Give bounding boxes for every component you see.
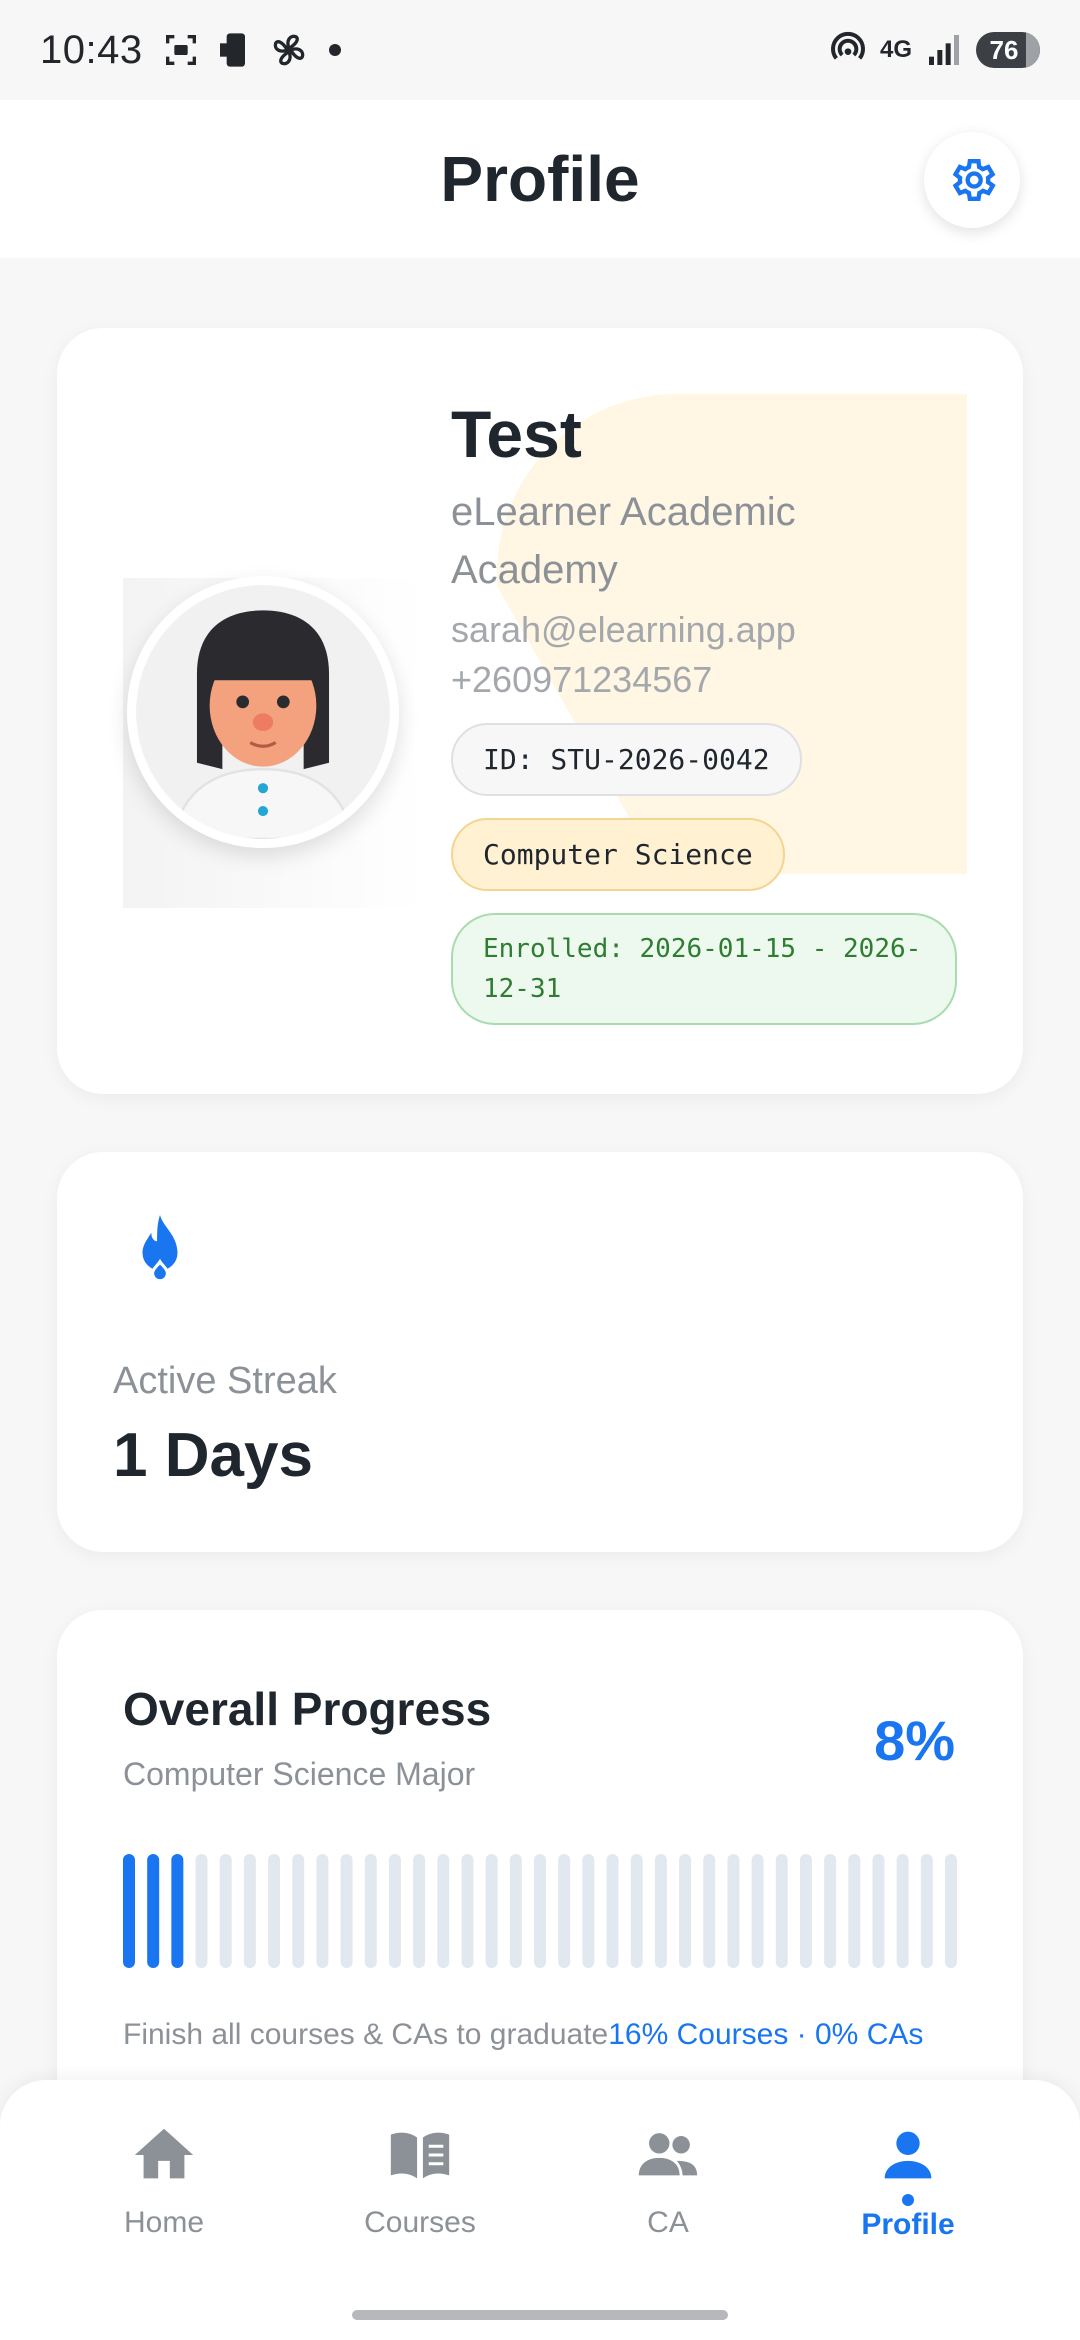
progress-segment-empty bbox=[316, 1854, 329, 1968]
progress-segment-empty bbox=[872, 1854, 885, 1968]
progress-segment-empty bbox=[268, 1854, 281, 1968]
progress-segment-empty bbox=[485, 1854, 498, 1968]
progress-segment-empty bbox=[509, 1854, 522, 1968]
progress-segment-empty bbox=[558, 1854, 571, 1968]
status-notification-icons bbox=[161, 30, 341, 70]
progress-segment-empty bbox=[219, 1854, 232, 1968]
profile-phone: +260971234567 bbox=[451, 658, 713, 700]
battery-icon: 76 bbox=[976, 32, 1040, 68]
status-time: 10:43 bbox=[40, 27, 143, 72]
nav-label-courses: Courses bbox=[364, 2206, 476, 2239]
avatar[interactable] bbox=[127, 576, 399, 848]
progress-segment-empty bbox=[582, 1854, 595, 1968]
profile-name: Test bbox=[451, 397, 582, 471]
notification-dot bbox=[328, 44, 341, 56]
progress-segment-empty bbox=[896, 1854, 909, 1968]
progress-segment-empty bbox=[775, 1854, 788, 1968]
profile-email: sarah@elearning.app bbox=[451, 608, 796, 650]
progress-segment-empty bbox=[654, 1854, 667, 1968]
progress-segment-empty bbox=[437, 1854, 450, 1968]
profile-school: eLearner Academic Academy bbox=[451, 489, 796, 592]
profile-info: Test eLearner Academic Academy sarah@ele… bbox=[451, 398, 971, 1025]
progress-segment-empty bbox=[606, 1854, 619, 1968]
progress-segment-empty bbox=[534, 1854, 546, 1968]
progress-segment-empty bbox=[292, 1854, 305, 1968]
page-title: Profile bbox=[440, 143, 640, 215]
nav-label-ca: CA bbox=[647, 2206, 689, 2239]
profile-screen: 10:43 4G 76 Profile Test eLearner Academ… bbox=[0, 0, 1080, 2340]
app-header: Profile bbox=[0, 100, 1080, 258]
progress-segment-empty bbox=[727, 1854, 740, 1968]
segmented-progress-bar bbox=[123, 1854, 957, 1968]
bottom-navigation: Home Courses CA Profile bbox=[0, 2080, 1080, 2340]
courses-progress-text: 16% Courses bbox=[608, 2018, 789, 2051]
progress-segment-empty bbox=[848, 1854, 861, 1968]
streak-card: Active Streak 1 Days bbox=[57, 1152, 1023, 1552]
streak-label: Active Streak bbox=[113, 1360, 337, 1402]
nav-item-home[interactable]: Home bbox=[64, 2120, 264, 2240]
progress-segment-empty bbox=[799, 1854, 812, 1968]
progress-segment-empty bbox=[340, 1854, 353, 1968]
progress-segment-empty bbox=[945, 1854, 957, 1968]
settings-button[interactable] bbox=[924, 132, 1020, 228]
progress-segment-empty bbox=[388, 1854, 401, 1968]
home-icon bbox=[134, 2128, 194, 2179]
progress-segment-empty bbox=[920, 1854, 933, 1968]
progress-segment-empty bbox=[461, 1854, 474, 1968]
flame-icon bbox=[142, 1215, 178, 1283]
gear-icon bbox=[952, 158, 996, 202]
enrollment-period-badge: Enrolled: 2026-01-15 - 2026-12-31 bbox=[451, 912, 957, 1025]
progress-segment-filled bbox=[147, 1854, 160, 1968]
progress-segment-empty bbox=[364, 1854, 377, 1968]
fan-icon bbox=[273, 34, 304, 66]
network-type-label: 4G bbox=[879, 36, 912, 63]
nav-label-profile: Profile bbox=[861, 2208, 955, 2241]
nav-label-home: Home bbox=[123, 2206, 205, 2239]
progress-segment-empty bbox=[824, 1854, 837, 1968]
progress-segment-filled bbox=[171, 1854, 184, 1968]
people-icon bbox=[638, 2133, 698, 2176]
person-icon bbox=[884, 2131, 932, 2179]
active-indicator-dot bbox=[902, 2194, 914, 2206]
progress-segment-filled bbox=[123, 1854, 135, 1968]
screenshot-icon bbox=[165, 35, 196, 65]
status-bar: 10:43 4G 76 bbox=[0, 0, 1080, 100]
phone-link-icon bbox=[219, 33, 245, 67]
progress-footer: Finish all courses & CAs to graduate16% … bbox=[123, 2018, 923, 2052]
avatar-illustration bbox=[136, 585, 390, 839]
progress-segment-empty bbox=[679, 1854, 692, 1968]
nav-item-profile[interactable]: Profile bbox=[808, 2120, 1008, 2242]
battery-level: 76 bbox=[989, 34, 1019, 65]
student-id-badge: ID: STU-2026-0042 bbox=[451, 722, 802, 796]
hotspot-icon bbox=[830, 31, 865, 60]
progress-title: Overall Progress bbox=[123, 1683, 492, 1735]
gesture-home-indicator[interactable] bbox=[352, 2310, 728, 2320]
progress-percent: 8% bbox=[874, 1709, 955, 1772]
book-icon bbox=[390, 2132, 450, 2179]
progress-subtitle: Computer Science Major bbox=[123, 1756, 476, 1792]
progress-segment-empty bbox=[630, 1854, 643, 1968]
ca-progress-text: · 0% CAs bbox=[796, 2018, 924, 2051]
status-system-icons: 4G 76 bbox=[828, 30, 1040, 70]
streak-value: 1 Days bbox=[113, 1421, 313, 1490]
graduation-requirement-text: Finish all courses & CAs to graduate bbox=[123, 2018, 609, 2051]
profile-card: Test eLearner Academic Academy sarah@ele… bbox=[57, 328, 1023, 1094]
major-badge: Computer Science bbox=[451, 817, 785, 891]
progress-segment-empty bbox=[243, 1854, 256, 1968]
nav-item-ca[interactable]: CA bbox=[568, 2120, 768, 2240]
progress-segment-empty bbox=[413, 1854, 426, 1968]
progress-segment-empty bbox=[751, 1854, 764, 1968]
progress-segment-empty bbox=[703, 1854, 716, 1968]
progress-segment-empty bbox=[195, 1854, 208, 1968]
signal-icon bbox=[929, 35, 959, 65]
nav-item-courses[interactable]: Courses bbox=[320, 2120, 520, 2240]
